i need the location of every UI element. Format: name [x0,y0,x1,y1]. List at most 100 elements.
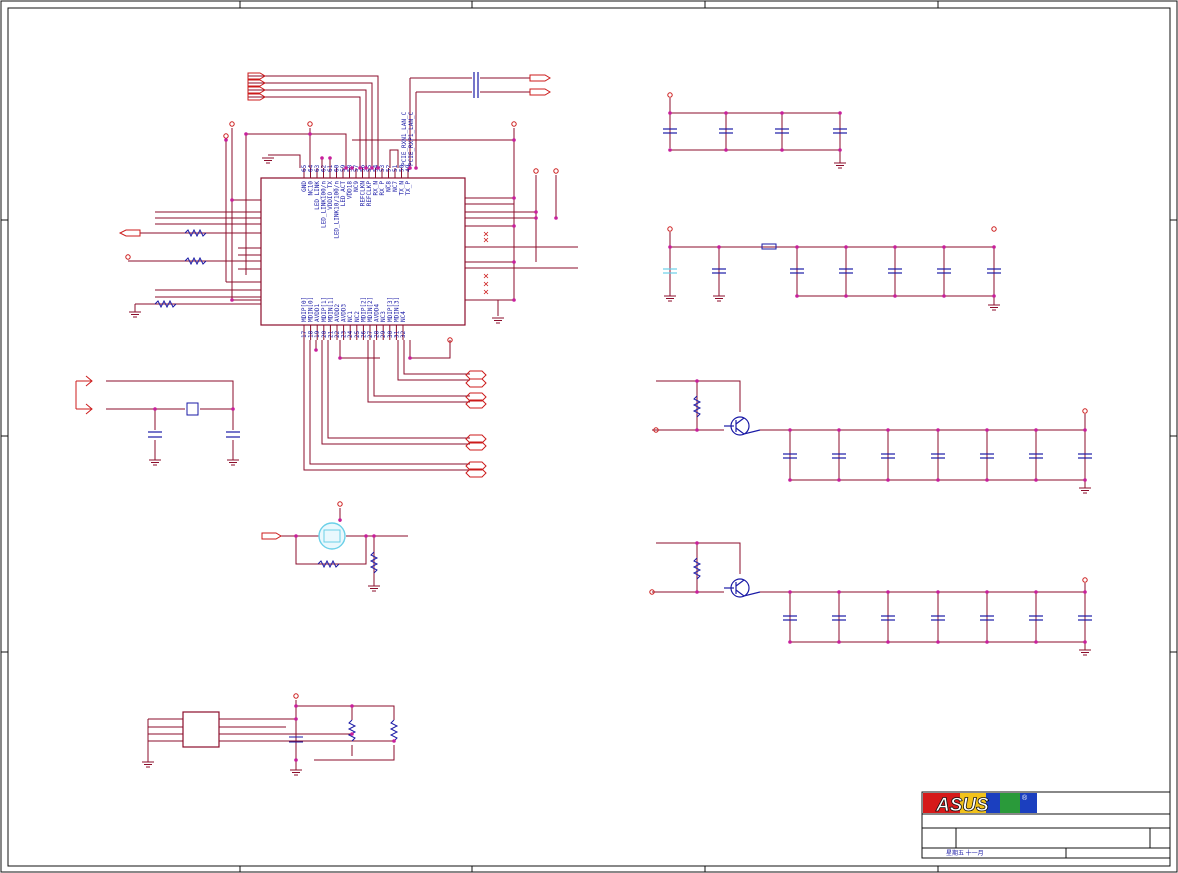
asus-logo: ASUS ® [923,793,1037,816]
junction-dot [344,166,348,170]
junction-dot [695,379,699,383]
junction-dot [320,156,324,160]
junction-dot [294,534,298,538]
junction-dot [837,478,841,482]
power-rail-icon [125,254,131,260]
junction-dot [408,356,412,360]
junction-dot [893,294,897,298]
junction-dot [668,245,672,249]
junction-dot [985,428,989,432]
asus-registered-mark: ® [1022,794,1028,802]
junction-dot [780,111,784,115]
junction-dot [512,298,516,302]
chip-pin-name: TX_P [405,181,412,196]
junction-dot [1034,590,1038,594]
junction-dot [985,478,989,482]
junction-dot [294,717,298,721]
junction-dot [554,216,558,220]
junction-dot [942,245,946,249]
right-nc-marks [483,231,489,295]
asus-logo-text: ASUS [935,795,989,816]
ground-icon [262,157,274,164]
decoupling-bank-4 [652,542,1086,650]
power-rail-icon [991,226,997,232]
junction-dot [1034,428,1038,432]
junction-dot [795,245,799,249]
junction-dot [717,245,721,249]
junction-dot [534,210,538,214]
left-resistors [154,228,207,309]
junction-dot [350,732,354,736]
junction-dot [780,148,784,152]
transistor-q2-icon [724,578,761,598]
ground-icon [664,295,676,302]
junction-dot [795,294,799,298]
junction-dot [328,156,332,160]
junction-dot [788,640,792,644]
junction-dot [886,478,890,482]
junction-dot [308,132,312,136]
junction-dot [512,196,516,200]
junction-dot [358,166,362,170]
decoupling-bank-3 [652,380,1086,488]
junction-dot [886,428,890,432]
chip-right-wiring [465,175,578,316]
junction-dot [230,298,234,302]
power-rail-icon [511,121,517,127]
chip-bottom-wiring [303,340,470,471]
junction-dot [414,166,418,170]
junction-dot [512,224,516,228]
junction-dot [886,640,890,644]
junction-dot [408,166,412,170]
junction-dot [942,294,946,298]
junction-dot [244,132,248,136]
decoupling-bank-1 [669,98,841,163]
transistor-q1-icon [724,416,761,436]
ground-symbols [129,157,1091,776]
junction-dot [338,518,342,522]
junction-dot [364,534,368,538]
junction-dot [844,294,848,298]
power-rail-icon [667,92,673,98]
junction-dot [534,216,538,220]
junction-dot [788,428,792,432]
junction-dot [1083,640,1087,644]
junction-dot [992,245,996,249]
power-rail-icon [533,168,539,174]
crystal-caps [148,431,240,438]
power-rail-icon [307,121,313,127]
ground-icon [713,295,725,302]
ground-icon [834,162,846,169]
top-caps [473,72,479,98]
junction-dot [1083,428,1087,432]
junction-dot [294,704,298,708]
net-label-rxp: PCIE_RXP1_LAN_C [408,111,415,166]
junction-dot [985,590,989,594]
crystal-x1 [186,402,199,416]
junction-dot [695,590,699,594]
junction-dot [668,111,672,115]
junction-dot [1083,478,1087,482]
ground-icon [290,769,302,776]
junction-dot [837,428,841,432]
junction-dot [372,534,376,538]
junction-dot [294,758,298,762]
junction-dot [936,478,940,482]
junction-dot [231,407,235,411]
crystal-arrows [75,375,93,415]
ground-icon [368,585,380,592]
junction-dot [838,148,842,152]
junction-dot [338,356,342,360]
power-rail-icon [1082,408,1088,414]
ground-icon [142,761,154,768]
ground-icon [1079,487,1091,494]
junction-dot [668,148,672,152]
mdi-connectors [465,370,487,478]
junction-dot [837,590,841,594]
chip-pin-name: NC4 [400,311,407,322]
ground-icon [149,459,161,466]
junction-dots [153,111,1087,762]
capacitor-array [663,128,1092,621]
title-date: 星期五 十一月 [946,849,984,857]
power-rail-icon [1082,577,1088,583]
